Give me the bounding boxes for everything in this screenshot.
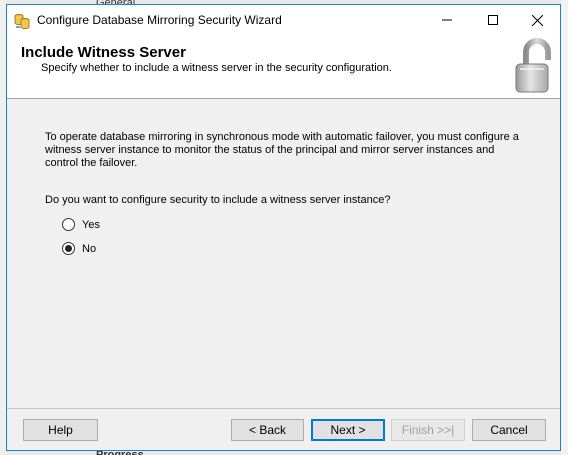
- finish-button[interactable]: Finish >>|: [391, 419, 465, 441]
- minimize-button[interactable]: [424, 5, 470, 35]
- wizard-dialog: Configure Database Mirroring Security Wi…: [6, 4, 561, 451]
- no-label[interactable]: No: [82, 243, 96, 255]
- yes-label[interactable]: Yes: [82, 219, 100, 231]
- background-window-edge: [561, 0, 568, 455]
- radio-option-no[interactable]: No: [62, 242, 96, 255]
- page-title: Include Witness Server: [21, 44, 186, 61]
- maximize-button[interactable]: [470, 5, 516, 35]
- screen: General Progress Configure Database Mirr…: [0, 0, 568, 455]
- minimize-icon: [442, 19, 452, 21]
- explanation-text: To operate database mirroring in synchro…: [45, 131, 519, 169]
- wizard-header: Include Witness Server Specify whether t…: [7, 35, 560, 99]
- cancel-button[interactable]: Cancel: [472, 419, 546, 441]
- question-label: Do you want to configure security to inc…: [45, 194, 391, 206]
- no-radio-button[interactable]: [62, 242, 75, 255]
- window-title: Configure Database Mirroring Security Wi…: [37, 13, 282, 27]
- footer-divider: [7, 408, 560, 409]
- database-mirror-icon: [14, 14, 30, 29]
- wizard-content: To operate database mirroring in synchro…: [7, 99, 560, 399]
- page-subtitle: Specify whether to include a witness ser…: [41, 62, 392, 74]
- padlock-icon: [515, 38, 551, 93]
- next-button[interactable]: Next >: [311, 419, 385, 441]
- help-button[interactable]: Help: [23, 419, 98, 441]
- maximize-icon: [488, 15, 498, 25]
- back-button[interactable]: < Back: [231, 419, 304, 441]
- title-bar[interactable]: Configure Database Mirroring Security Wi…: [7, 5, 560, 35]
- close-icon: [531, 14, 543, 26]
- close-button[interactable]: [514, 5, 560, 35]
- yes-radio-button[interactable]: [62, 218, 75, 231]
- radio-option-yes[interactable]: Yes: [62, 218, 100, 231]
